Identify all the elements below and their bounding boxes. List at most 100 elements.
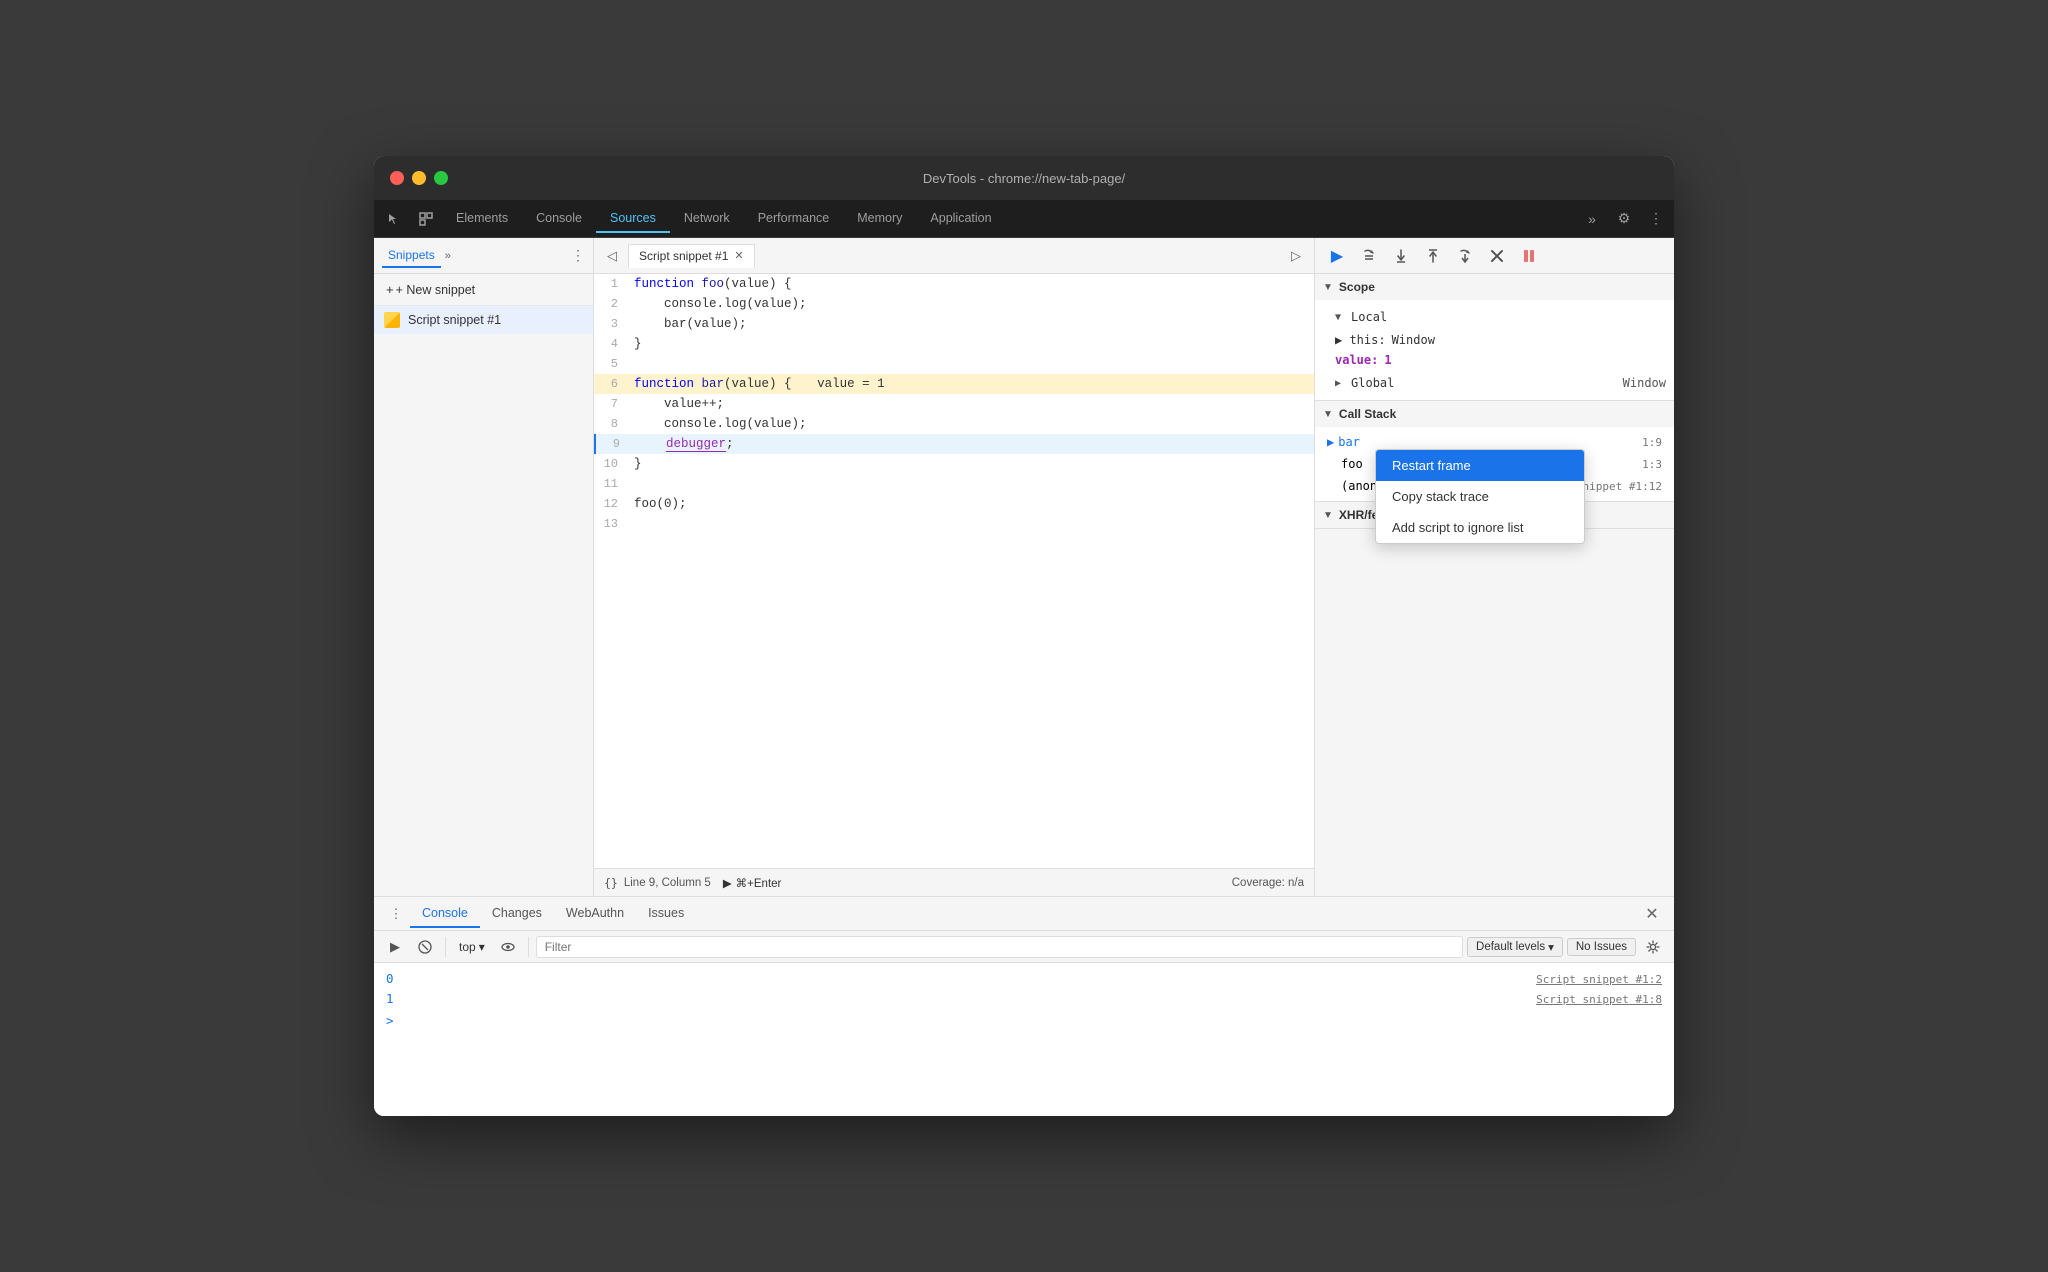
tab-memory[interactable]: Memory [843, 205, 916, 233]
console-line-0: 0 Script snippet #1:2 [374, 969, 1674, 989]
window-title: DevTools - chrome://new-tab-page/ [923, 171, 1125, 186]
filter-input[interactable] [536, 936, 1463, 958]
deactivate-btn[interactable] [1483, 242, 1511, 270]
format-icon[interactable]: {} [604, 876, 618, 890]
code-line-11: 11 [594, 474, 1314, 494]
tab-sources[interactable]: Sources [596, 205, 670, 233]
step-btn[interactable] [1451, 242, 1479, 270]
execute-icon[interactable]: ▶ [382, 934, 408, 960]
right-panel: ▶ [1314, 238, 1674, 896]
bottom-more-icon[interactable]: ⋮ [382, 900, 410, 928]
clear-console-icon[interactable] [412, 934, 438, 960]
tab-performance[interactable]: Performance [744, 205, 844, 233]
scope-header[interactable]: ▼ Scope [1315, 274, 1674, 300]
console-source-0[interactable]: Script snippet #1:2 [1536, 973, 1662, 986]
more-tabs-icon[interactable]: » [1578, 205, 1606, 233]
scope-body: ▼ Local ▶ this: Window value: 1 ▶ [1315, 300, 1674, 400]
scope-value: value: 1 [1315, 350, 1674, 370]
more-options-icon[interactable]: ⋮ [1642, 205, 1670, 233]
eye-icon[interactable] [495, 934, 521, 960]
code-line-6: 6 function bar(value) { value = 1 [594, 374, 1314, 394]
editor-area: ◁ Script snippet #1 ✕ ▷ 1 function foo(v… [594, 238, 1314, 896]
tab-console[interactable]: Console [522, 205, 596, 233]
tab-network[interactable]: Network [670, 205, 744, 233]
step-into-btn[interactable] [1387, 242, 1415, 270]
settings-icon[interactable]: ⚙ [1610, 205, 1638, 233]
maximize-button[interactable] [434, 171, 448, 185]
context-menu-copy-stack[interactable]: Copy stack trace [1376, 481, 1584, 512]
console-source-1[interactable]: Script snippet #1:8 [1536, 993, 1662, 1006]
code-line-4: 4 } [594, 334, 1314, 354]
console-line-1: 1 Script snippet #1:8 [374, 989, 1674, 1009]
tabs-right: » ⚙ ⋮ [1578, 205, 1670, 233]
console-value-0: 0 [386, 971, 426, 986]
snippets-tab[interactable]: Snippets [382, 244, 441, 268]
bottom-tabs-bar: ⋮ Console Changes WebAuthn Issues ✕ [374, 897, 1674, 931]
bottom-tab-issues[interactable]: Issues [636, 900, 696, 928]
minimize-button[interactable] [412, 171, 426, 185]
cursor-position: Line 9, Column 5 [624, 877, 711, 889]
bottom-tab-console[interactable]: Console [410, 900, 480, 928]
resume-btn[interactable]: ▶ [1323, 242, 1351, 270]
code-line-7: 7 value++; [594, 394, 1314, 414]
sidebar-chevron-icon[interactable]: » [445, 250, 451, 262]
coverage-text: Coverage: n/a [1232, 877, 1304, 889]
code-line-13: 13 [594, 514, 1314, 534]
right-panel-content: ▼ Scope ▼ Local ▶ this: Window [1315, 274, 1674, 896]
devtools-window: DevTools - chrome://new-tab-page/ Elemen… [374, 156, 1674, 1116]
code-line-1: 1 function foo(value) { [594, 274, 1314, 294]
global-value: Window [1623, 376, 1666, 390]
step-over-btn[interactable] [1355, 242, 1383, 270]
step-out-btn[interactable] [1419, 242, 1447, 270]
editor-tab-close-icon[interactable]: ✕ [734, 249, 743, 262]
editor-tab-label: Script snippet #1 [639, 249, 728, 263]
main-tabs-bar: Elements Console Sources Network Perform… [374, 200, 1674, 238]
pause-btn[interactable] [1515, 242, 1543, 270]
tab-application[interactable]: Application [916, 205, 1005, 233]
code-line-10: 10 } [594, 454, 1314, 474]
console-prompt[interactable]: > [374, 1009, 1674, 1032]
global-header[interactable]: ▶ Global Window [1315, 370, 1674, 396]
default-levels-arrow-icon: ▾ [1548, 940, 1554, 954]
code-line-12: 12 foo(0); [594, 494, 1314, 514]
local-triangle-icon: ▼ [1335, 312, 1341, 323]
editor-tab-snippet[interactable]: Script snippet #1 ✕ [628, 244, 755, 268]
call-stack-header[interactable]: ▼ Call Stack [1315, 401, 1674, 427]
traffic-lights [390, 171, 448, 185]
snippet-item[interactable]: Script snippet #1 [374, 306, 593, 334]
bottom-tab-webauthn[interactable]: WebAuthn [554, 900, 636, 928]
bottom-close-icon[interactable]: ✕ [1638, 900, 1666, 928]
inspect-icon[interactable] [410, 203, 442, 235]
close-button[interactable] [390, 171, 404, 185]
code-lines: 1 function foo(value) { 2 console.log(va… [594, 274, 1314, 534]
run-snippet-icon[interactable]: ▷ [1282, 242, 1310, 270]
context-menu-add-to-ignore[interactable]: Add script to ignore list [1376, 512, 1584, 543]
title-bar: DevTools - chrome://new-tab-page/ [374, 156, 1674, 200]
context-menu-restart-frame[interactable]: Restart frame [1376, 450, 1584, 481]
global-triangle-icon: ▶ [1335, 378, 1341, 389]
top-dropdown[interactable]: top ▾ [453, 938, 491, 956]
code-line-8: 8 console.log(value); [594, 414, 1314, 434]
tab-elements[interactable]: Elements [442, 205, 522, 233]
no-issues-button[interactable]: No Issues [1567, 938, 1636, 956]
run-button[interactable]: ▶ ⌘+Enter [723, 876, 782, 890]
callstack-label: Call Stack [1339, 407, 1396, 421]
top-label: top [459, 940, 476, 954]
nav-back-icon[interactable]: ◁ [598, 242, 626, 270]
editor-status-bar: {} Line 9, Column 5 ▶ ⌘+Enter Coverage: … [594, 868, 1314, 896]
cursor-icon[interactable] [378, 203, 410, 235]
scope-label: Scope [1339, 280, 1375, 294]
call-stack-section: ▼ Call Stack ▶bar 1:9 foo 1:3 ( [1315, 401, 1674, 502]
console-settings-icon[interactable] [1640, 934, 1666, 960]
debug-toolbar: ▶ [1315, 238, 1674, 274]
bottom-panel: ⋮ Console Changes WebAuthn Issues ✕ ▶ to… [374, 896, 1674, 1116]
sidebar-more-icon[interactable]: ⋮ [571, 247, 585, 264]
run-icon: ▶ [723, 876, 732, 890]
bottom-tab-changes[interactable]: Changes [480, 900, 554, 928]
new-snippet-button[interactable]: + + New snippet [374, 274, 593, 306]
code-editor[interactable]: 1 function foo(value) { 2 console.log(va… [594, 274, 1314, 868]
separator2 [528, 937, 529, 957]
local-header[interactable]: ▼ Local [1315, 304, 1674, 330]
default-levels-button[interactable]: Default levels ▾ [1467, 937, 1563, 957]
callstack-arrow-icon: ▶ [1327, 435, 1334, 449]
